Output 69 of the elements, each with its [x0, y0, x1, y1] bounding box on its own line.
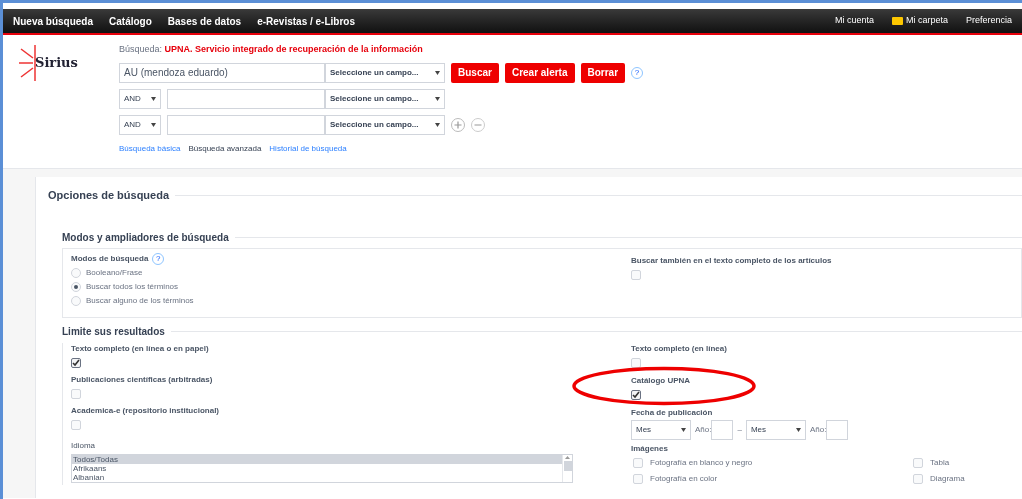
action-button[interactable]: Buscar — [451, 62, 499, 83]
caret-icon — [151, 122, 156, 127]
field-label: Texto completo (en línea) — [631, 342, 728, 355]
search-mode-link[interactable]: Búsqueda avanzada — [188, 142, 262, 155]
field-label: Imágenes — [631, 442, 669, 455]
caret-icon — [151, 96, 156, 101]
field-label: Fecha de publicación — [631, 406, 714, 419]
field-dropdown[interactable]: Seleccione un campo... — [325, 114, 445, 135]
radio-button[interactable] — [71, 295, 81, 306]
range-separator: – — [737, 423, 742, 436]
field-label: Academica-e (repositorio institucional) — [71, 404, 221, 417]
nav-link[interactable]: Catálogo — [109, 13, 152, 29]
radio-label: Buscar alguno de los términos — [86, 294, 194, 307]
field-dropdown[interactable]: Mes — [631, 419, 691, 440]
nav-link[interactable]: Nueva búsqueda — [13, 13, 94, 29]
field-dropdown[interactable]: AND — [119, 88, 161, 109]
caret-icon — [681, 427, 686, 432]
year-label: Año: — [809, 423, 827, 436]
caret-icon — [435, 122, 440, 127]
remove-row-icon[interactable] — [471, 117, 485, 132]
list-option[interactable]: Todos/Todas — [72, 454, 562, 464]
field-label: Publicaciones científicas (arbitradas) — [71, 373, 214, 386]
radio-button[interactable] — [71, 267, 81, 278]
nav-link[interactable]: Mi carpeta — [891, 14, 948, 28]
search-input[interactable]: AU (mendoza eduardo) — [119, 62, 325, 83]
section-title: Opciones de búsqueda — [48, 188, 170, 203]
list-option[interactable]: Albanian — [72, 472, 562, 482]
radio-label: Booleano/Frase — [86, 266, 143, 279]
field-dropdown[interactable]: Mes — [745, 419, 806, 440]
checkbox-label: Fotografía en color — [650, 472, 718, 485]
search-input[interactable] — [167, 114, 325, 135]
radio-label: Buscar todos los términos — [86, 280, 179, 293]
folder-icon — [891, 17, 903, 25]
checkbox[interactable] — [71, 357, 81, 368]
search-input[interactable] — [167, 88, 325, 109]
year-input[interactable] — [826, 419, 849, 440]
radio-button[interactable] — [71, 281, 81, 292]
caret-icon — [435, 70, 440, 75]
checkbox[interactable] — [631, 389, 641, 400]
checkbox-label: Tabla — [930, 456, 950, 469]
field-dropdown[interactable]: AND — [119, 114, 161, 135]
section-title: Modos y ampliadores de búsqueda — [62, 230, 229, 245]
action-button[interactable]: Borrar — [580, 62, 626, 83]
search-source: Búsqueda: UPNA. Servicio integrado de recuperación de la información — [119, 43, 424, 56]
search-mode-link[interactable]: Historial de búsqueda — [269, 142, 347, 155]
section-title: Limite sus resultados — [62, 324, 165, 339]
field-label: Buscar también en el texto completo de los artículos — [631, 254, 832, 267]
nav-link[interactable]: Bases de datos — [167, 13, 242, 29]
field-label: Modos de búsqueda — [71, 252, 149, 265]
search-mode-link[interactable]: Búsqueda básica — [119, 142, 181, 155]
checkbox-label: Fotografía en blanco y negro — [650, 456, 753, 469]
field-dropdown[interactable]: Seleccione un campo... — [325, 62, 445, 83]
language-listbox[interactable]: Todos/Todas Afrikaans Albanian — [71, 453, 573, 483]
caret-icon — [435, 96, 440, 101]
field-label: Texto completo (en línea o en papel) — [71, 342, 210, 355]
list-option[interactable]: Afrikaans — [72, 463, 562, 473]
year-label: Año: — [695, 423, 712, 436]
add-row-icon[interactable] — [451, 117, 465, 132]
caret-icon — [795, 427, 801, 432]
nav-link[interactable]: e-Revistas / e-Libros — [257, 13, 355, 29]
action-button[interactable]: Crear alerta — [504, 62, 575, 83]
nav-link[interactable]: Preferencia — [965, 14, 1012, 28]
field-label: Idioma — [71, 439, 96, 452]
logo: Sirius — [19, 43, 78, 83]
field-dropdown[interactable]: Seleccione un campo... — [325, 88, 445, 109]
checkbox-label: Diagrama — [930, 472, 965, 485]
nav-link[interactable]: Mi cuenta — [834, 14, 874, 28]
field-label: Catálogo UPNA — [631, 374, 692, 387]
year-input[interactable] — [711, 419, 734, 440]
